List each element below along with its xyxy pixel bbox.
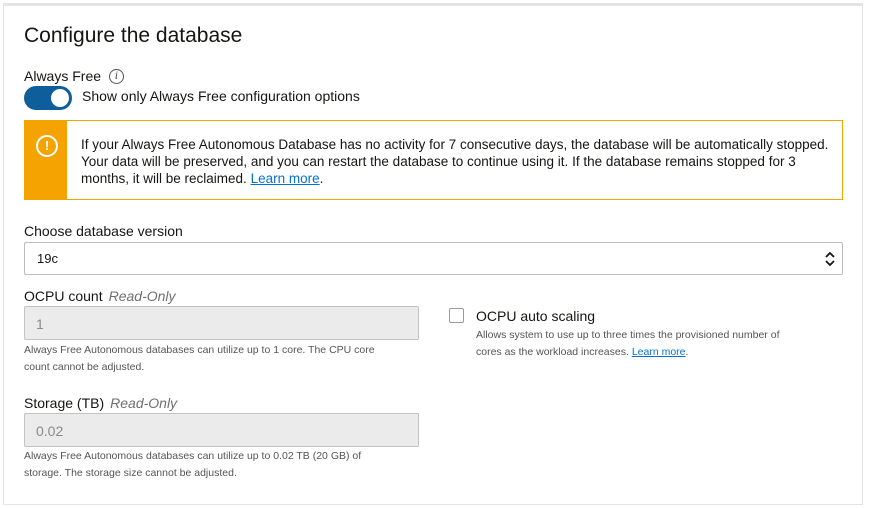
auto-scaling-help-text: Allows system to use up to three times t… (476, 327, 779, 361)
section-title: Configure the database (24, 24, 243, 47)
storage-help-text: Always Free Autonomous databases can uti… (24, 448, 361, 482)
db-version-label: Choose database version (24, 223, 183, 239)
chevron-updown-icon (825, 251, 835, 267)
ocpu-count-label: OCPU count Read-Only (24, 288, 176, 304)
storage-label-text: Storage (TB) (24, 395, 105, 411)
always-free-label-text: Always Free (24, 68, 102, 84)
alert-learn-more-link[interactable]: Learn more (251, 171, 320, 186)
storage-help-line2: storage. The storage size cannot be adju… (24, 467, 237, 479)
alert-suffix: . (319, 171, 324, 186)
warning-alert: ! If your Always Free Autonomous Databas… (24, 120, 843, 200)
ocpu-help-text: Always Free Autonomous databases can uti… (24, 342, 375, 376)
storage-help-line1: Always Free Autonomous databases can uti… (24, 450, 362, 462)
ocpu-count-value: 1 (36, 316, 44, 332)
ocpu-help-line2: count cannot be adjusted. (24, 361, 145, 373)
ocpu-auto-scaling-label[interactable]: OCPU auto scaling (476, 308, 595, 324)
alert-text: If your Always Free Autonomous Database … (81, 137, 829, 186)
always-free-label: Always Free i (24, 68, 125, 84)
ocpu-read-only-label: Read-Only (108, 288, 176, 304)
always-free-toggle-label[interactable]: Show only Always Free configuration opti… (82, 88, 360, 104)
alert-accent-bar: ! (25, 121, 67, 199)
auto-scaling-suffix: . (685, 346, 689, 358)
ocpu-count-input: 1 (24, 306, 419, 340)
ocpu-auto-scaling-checkbox[interactable] (449, 308, 464, 323)
warning-icon: ! (36, 135, 58, 157)
auto-scaling-learn-more-link[interactable]: Learn more (632, 346, 686, 358)
toggle-knob (51, 89, 69, 107)
storage-label: Storage (TB) Read-Only (24, 395, 177, 411)
db-version-select[interactable]: 19c (24, 242, 843, 275)
info-icon[interactable]: i (109, 68, 125, 84)
ocpu-count-label-text: OCPU count (24, 288, 103, 304)
auto-scaling-help-line2: cores as the workload increases. Learn m… (476, 344, 779, 361)
always-free-toggle[interactable] (24, 86, 72, 110)
auto-scaling-help-line1: Allows system to use up to three times t… (476, 329, 780, 341)
storage-value: 0.02 (36, 423, 64, 439)
storage-input: 0.02 (24, 413, 419, 447)
ocpu-help-line1: Always Free Autonomous databases can uti… (24, 344, 375, 356)
auto-scaling-help-line2-text: cores as the workload increases. (476, 346, 632, 358)
alert-message: If your Always Free Autonomous Database … (81, 136, 831, 187)
storage-read-only-label: Read-Only (110, 395, 178, 411)
db-version-value: 19c (37, 251, 58, 266)
